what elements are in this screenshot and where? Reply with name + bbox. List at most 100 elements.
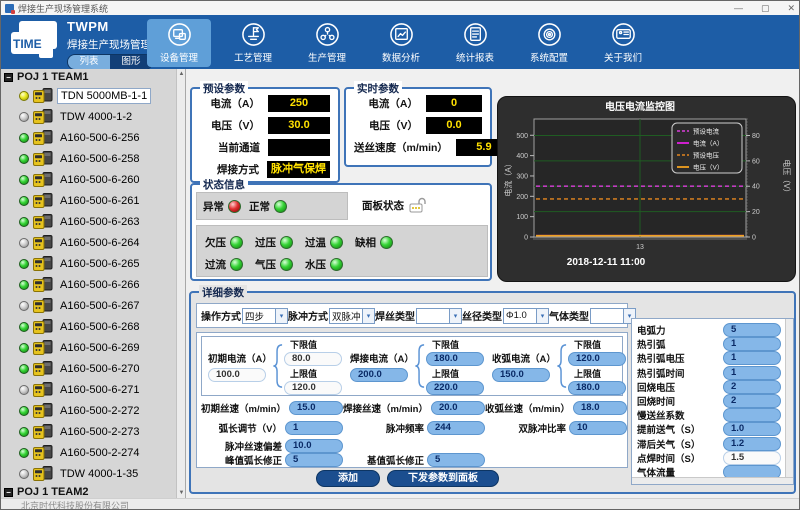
side-param-input[interactable]: 1.2 bbox=[723, 437, 781, 451]
current-value-input[interactable]: 150.0 bbox=[492, 368, 550, 382]
current-value-input[interactable]: 200.0 bbox=[350, 368, 408, 382]
param-input[interactable]: 18.0 bbox=[573, 401, 627, 415]
nav-item-device[interactable]: 设备管理 bbox=[147, 19, 211, 67]
nav-item-process[interactable]: 工艺管理 bbox=[221, 19, 285, 67]
gas-type-dropdown[interactable]: ▾ bbox=[590, 308, 636, 324]
tree-item[interactable]: A160-500-6-271 bbox=[1, 379, 177, 400]
list-view-button[interactable]: 列表 bbox=[68, 55, 110, 69]
nav-label: 工艺管理 bbox=[234, 50, 272, 64]
graph-view-button[interactable]: 图形 bbox=[110, 55, 152, 69]
side-param-row: 提前送气（S） 1.0 bbox=[637, 422, 781, 436]
upper-limit-input[interactable]: 120.0 bbox=[284, 381, 342, 395]
side-param-input[interactable]: 1 bbox=[723, 351, 781, 365]
chevron-down-icon[interactable]: ▾ bbox=[536, 309, 548, 323]
alarm-label: 过温 bbox=[305, 235, 326, 250]
tree-item[interactable]: TDW 4000-1-35 bbox=[1, 463, 177, 484]
operation-mode-dropdown[interactable]: 四步 ▾ bbox=[242, 308, 288, 324]
minimize-icon[interactable]: — bbox=[734, 1, 743, 15]
collapse-icon[interactable]: − bbox=[4, 73, 13, 82]
side-params-vscrollbar[interactable] bbox=[785, 319, 793, 484]
send-params-button[interactable]: 下发参数到面板 bbox=[387, 470, 499, 487]
chevron-down-icon[interactable]: ▾ bbox=[275, 309, 287, 323]
lower-limit-input[interactable]: 180.0 bbox=[426, 352, 484, 366]
add-button[interactable]: 添加 bbox=[316, 470, 380, 487]
tree-item[interactable]: TDW 4000-1-2 bbox=[1, 106, 177, 127]
param-input[interactable]: 15.0 bbox=[289, 401, 343, 415]
param-label: 弧长调节（V） bbox=[219, 421, 285, 435]
param-input[interactable]: 5 bbox=[427, 453, 485, 467]
scroll-down-icon[interactable]: ▼ bbox=[177, 488, 186, 498]
param-input[interactable]: 1 bbox=[285, 421, 343, 435]
param-input[interactable]: 20.0 bbox=[431, 401, 485, 415]
svg-text:20: 20 bbox=[752, 209, 760, 216]
side-param-label: 热引弧时间 bbox=[637, 366, 685, 380]
device-name: A160-500-6-261 bbox=[57, 194, 143, 208]
pulse-mode-group: 脉冲方式 双脉冲 ▾ bbox=[288, 308, 375, 324]
side-params-hscrollbar[interactable] bbox=[632, 477, 793, 484]
svg-text:80: 80 bbox=[752, 133, 760, 140]
tree-item[interactable]: A160-500-6-260 bbox=[1, 169, 177, 190]
side-param-row: 慢送丝系数 bbox=[637, 408, 781, 422]
tree-item[interactable]: A160-500-6-270 bbox=[1, 358, 177, 379]
tree-item[interactable]: A160-500-6-266 bbox=[1, 274, 177, 295]
tree-group-header[interactable]: −POJ 1 TEAM1 bbox=[1, 69, 177, 85]
alarm-led bbox=[280, 258, 293, 271]
side-param-input[interactable]: 5 bbox=[723, 323, 781, 337]
tree-group-header[interactable]: −POJ 1 TEAM2 bbox=[1, 484, 177, 498]
param-input[interactable]: 5 bbox=[285, 453, 343, 467]
nav-item-report[interactable]: 统计报表 bbox=[443, 19, 507, 67]
side-param-input[interactable]: 1.0 bbox=[723, 422, 781, 436]
pulse-mode-dropdown[interactable]: 双脉冲 ▾ bbox=[329, 308, 375, 324]
tree-item[interactable]: A160-500-6-258 bbox=[1, 148, 177, 169]
param-input[interactable]: 244 bbox=[427, 421, 485, 435]
current-value-input[interactable]: 100.0 bbox=[208, 368, 266, 382]
brace-decoration bbox=[414, 343, 425, 389]
tree-item[interactable]: A160-500-6-261 bbox=[1, 190, 177, 211]
side-param-input[interactable] bbox=[723, 408, 781, 422]
wire-type-dropdown[interactable]: ▾ bbox=[416, 308, 462, 324]
tree-item[interactable]: A160-500-2-274 bbox=[1, 442, 177, 463]
tree-item[interactable]: A160-500-6-265 bbox=[1, 253, 177, 274]
tree-item[interactable]: A160-500-6-263 bbox=[1, 211, 177, 232]
tree-item[interactable]: A160-500-2-273 bbox=[1, 421, 177, 442]
param-input[interactable]: 10.0 bbox=[285, 439, 343, 453]
collapse-icon[interactable]: − bbox=[4, 488, 13, 497]
tree-item[interactable]: A160-500-6-269 bbox=[1, 337, 177, 358]
brace-decoration bbox=[272, 343, 283, 389]
side-param-input[interactable]: 2 bbox=[723, 380, 781, 394]
lower-limit-label: 下限值 bbox=[284, 338, 342, 351]
tree-item[interactable]: A160-500-6-267 bbox=[1, 295, 177, 316]
nav-label: 关于我们 bbox=[604, 50, 642, 64]
scroll-up-icon[interactable]: ▲ bbox=[177, 69, 186, 79]
chevron-down-icon[interactable]: ▾ bbox=[449, 309, 461, 323]
tree-item[interactable]: TDN 5000MB-1-1 bbox=[1, 85, 177, 106]
alarm-led bbox=[330, 236, 343, 249]
lower-limit-input[interactable]: 80.0 bbox=[284, 352, 342, 366]
side-param-input[interactable]: 1 bbox=[723, 366, 781, 380]
tree-item[interactable]: A160-500-6-268 bbox=[1, 316, 177, 337]
side-param-input[interactable]: 1 bbox=[723, 337, 781, 351]
nav-item-about[interactable]: 关于我们 bbox=[591, 19, 655, 67]
param-input[interactable]: 10 bbox=[569, 421, 627, 435]
chevron-down-icon[interactable]: ▾ bbox=[362, 309, 374, 323]
close-icon[interactable]: ✕ bbox=[787, 1, 795, 15]
svg-text:2018-12-11 11:00: 2018-12-11 11:00 bbox=[567, 257, 646, 268]
sidebar-scrollbar[interactable]: ▲ ▼ bbox=[176, 69, 185, 498]
side-param-input[interactable]: 1.5 bbox=[723, 451, 781, 465]
nav-item-analysis[interactable]: 数据分析 bbox=[369, 19, 433, 67]
upper-limit-input[interactable]: 220.0 bbox=[426, 381, 484, 395]
tree-item[interactable]: A160-500-6-264 bbox=[1, 232, 177, 253]
tree-item[interactable]: A160-500-6-256 bbox=[1, 127, 177, 148]
lower-limit-input[interactable]: 120.0 bbox=[568, 352, 626, 366]
maximize-icon[interactable]: ▢ bbox=[761, 1, 770, 15]
tree-item[interactable]: A160-500-2-272 bbox=[1, 400, 177, 421]
nav-item-production[interactable]: 生产管理 bbox=[295, 19, 359, 67]
device-icon bbox=[167, 22, 192, 47]
wire-diameter-dropdown[interactable]: Φ1.0 ▾ bbox=[503, 308, 549, 324]
alarm-label: 缺相 bbox=[355, 235, 376, 250]
side-param-input[interactable]: 2 bbox=[723, 394, 781, 408]
dropdown-label: 丝径类型 bbox=[462, 308, 502, 323]
upper-limit-input[interactable]: 180.0 bbox=[568, 381, 626, 395]
current-group-label: 初期电流（A） bbox=[208, 351, 272, 365]
nav-item-settings[interactable]: 系统配置 bbox=[517, 19, 581, 67]
